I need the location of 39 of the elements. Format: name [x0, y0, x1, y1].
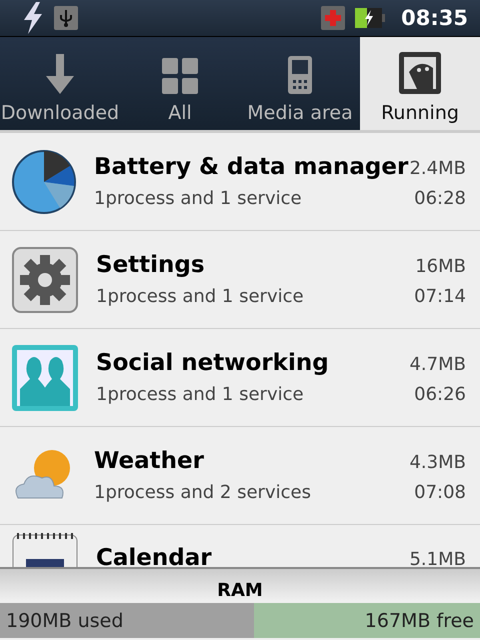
ram-title: RAM [216, 580, 264, 601]
memory-size: 4.3MB [409, 452, 466, 473]
process-row[interactable]: Settings 16MB 1process and 1 service 07:14 [0, 231, 480, 329]
run-time: 07:08 [414, 482, 466, 503]
app-name: Settings [96, 252, 205, 278]
ram-free: 167MB free [364, 610, 475, 632]
run-time: 06:28 [414, 188, 466, 209]
battery-icon [355, 8, 386, 28]
process-row[interactable]: Battery & data manager2.4MB 1process and 1 service 06:28 [0, 133, 480, 231]
tab[interactable]: Media area [240, 37, 360, 130]
gear-icon [12, 246, 78, 312]
plus-icon [321, 6, 346, 30]
clock: 08:35 [401, 6, 468, 30]
process-row[interactable]: Social networking 4.7MB 1process and 1 service 06:26 [0, 329, 480, 427]
memory-size: 16MB [415, 256, 466, 277]
grid-icon [162, 58, 198, 94]
tab[interactable]: Running [360, 37, 480, 130]
app-name: Calendar [96, 545, 212, 571]
memory-size: 2.4MB [409, 158, 466, 179]
ram-used: 190MB used [5, 610, 124, 632]
run-time: 06:26 [414, 384, 466, 405]
tab[interactable]: Downloaded [0, 37, 120, 130]
process-detail: 1process and 1 service [96, 384, 304, 405]
pie-chart-icon [12, 150, 76, 214]
run-time: 07:14 [414, 286, 466, 307]
phone-icon [288, 56, 312, 94]
usb-icon [54, 6, 78, 30]
memory-size: 5.1MB [409, 549, 466, 570]
process-detail: 1process and 1 service [94, 188, 302, 209]
app-name: Weather [94, 448, 204, 474]
flash-icon [22, 2, 44, 34]
memory-size: 4.7MB [409, 354, 466, 375]
process-row[interactable]: Weather 4.3MB 1process and 2 services 07:08 [0, 427, 480, 525]
app-name: Social networking [96, 350, 329, 376]
process-detail: 1process and 2 services [94, 482, 311, 503]
app-name: Battery & data manager [94, 154, 408, 180]
process-detail: 1process and 1 service [96, 286, 304, 307]
tab[interactable]: All [120, 37, 240, 130]
people-icon [12, 344, 78, 410]
